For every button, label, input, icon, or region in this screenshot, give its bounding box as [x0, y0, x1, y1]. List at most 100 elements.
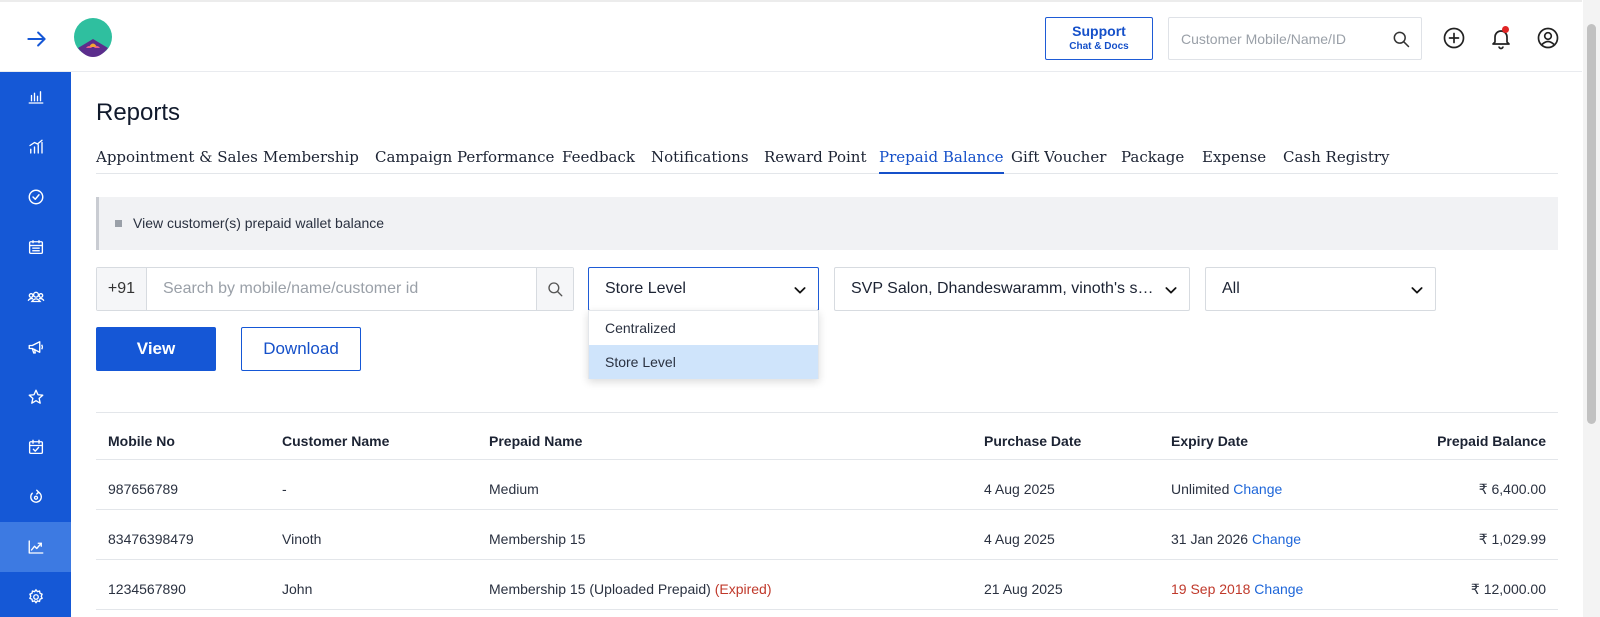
change-expiry-link[interactable]: Change	[1254, 581, 1303, 597]
page-scrollbar[interactable]	[1583, 0, 1600, 617]
option-centralized[interactable]: Centralized	[589, 311, 818, 345]
expiry-value: 19 Sep 2018	[1171, 581, 1251, 597]
cell-prepaid-name: Membership 15	[489, 531, 586, 547]
support-title: Support	[1072, 23, 1126, 39]
sidebar-item-tasks[interactable]	[0, 172, 71, 222]
tab-membership[interactable]: Membership	[263, 148, 359, 172]
sidebar-item-settings[interactable]	[0, 572, 71, 617]
reports-icon	[28, 540, 43, 554]
cell-expiry-date: 31 Jan 2026 Change	[1171, 531, 1301, 547]
refresh-icon	[29, 489, 42, 503]
tab-notifications[interactable]: Notifications	[651, 148, 749, 172]
cell-prepaid-balance: ₹ 12,000.00	[1470, 581, 1546, 597]
download-button[interactable]: Download	[241, 327, 361, 371]
cell-purchase-date: 4 Aug 2025	[984, 481, 1055, 497]
tab-gift-voucher[interactable]: Gift Voucher	[1011, 148, 1106, 172]
cell-prepaid-name: Medium	[489, 481, 539, 497]
sidebar-item-customers[interactable]	[0, 272, 71, 322]
customer-search-input[interactable]	[1169, 18, 1369, 59]
calendar-icon	[28, 240, 43, 255]
sidebar-item-analytics[interactable]	[0, 122, 71, 172]
tab-appointment-sales[interactable]: Appointment & Sales	[96, 148, 258, 172]
prepaid-name-text: Membership 15 (Uploaded Prepaid)	[489, 581, 711, 597]
level-select[interactable]: Store Level	[588, 267, 819, 311]
tab-cash-registry[interactable]: Cash Registry	[1283, 148, 1390, 172]
expired-tag: (Expired)	[714, 581, 772, 597]
status-select[interactable]: All	[1205, 267, 1436, 311]
customer-search-box	[1168, 17, 1422, 60]
customer-filter-input[interactable]	[149, 268, 529, 310]
row-divider	[96, 559, 1558, 560]
star-icon	[28, 389, 43, 404]
bar-chart-icon	[28, 91, 43, 104]
cell-purchase-date: 4 Aug 2025	[984, 531, 1055, 547]
chevron-down-icon	[1411, 287, 1423, 294]
cell-prepaid-balance: ₹ 1,029.99	[1478, 531, 1546, 547]
option-store-level[interactable]: Store Level	[589, 345, 818, 379]
sidebar-item-dashboard[interactable]	[0, 72, 71, 122]
expiry-value: Unlimited	[1171, 481, 1230, 497]
customer-search-group: +91	[96, 267, 574, 311]
analytics-icon	[28, 139, 43, 154]
tab-prepaid-balance[interactable]: Prepaid Balance	[879, 148, 1004, 174]
col-purchase-date: Purchase Date	[984, 433, 1082, 449]
customers-icon	[27, 291, 44, 303]
customer-filter-search-button[interactable]	[536, 268, 573, 310]
settings-icon	[28, 588, 43, 604]
tab-expense[interactable]: Expense	[1202, 148, 1266, 172]
add-circle-icon[interactable]	[1442, 26, 1466, 50]
brand-logo	[74, 18, 112, 57]
cell-prepaid-balance: ₹ 6,400.00	[1478, 481, 1546, 497]
cell-expiry-date: Unlimited Change	[1171, 481, 1282, 497]
col-mobile: Mobile No	[108, 433, 175, 449]
notification-bell-icon[interactable]	[1489, 26, 1513, 50]
sidebar-item-reports[interactable]	[0, 522, 71, 572]
col-customer-name: Customer Name	[282, 433, 390, 449]
tab-feedback[interactable]: Feedback	[562, 148, 635, 172]
row-divider	[96, 609, 1558, 610]
col-expiry-date: Expiry Date	[1171, 433, 1249, 449]
expand-sidebar-icon[interactable]	[24, 26, 50, 52]
sidebar-item-bookings[interactable]	[0, 422, 71, 472]
view-button[interactable]: View	[96, 327, 216, 371]
sidebar-item-loyalty[interactable]	[0, 472, 71, 522]
header-divider	[96, 459, 1558, 460]
tab-campaign-performance[interactable]: Campaign Performance	[375, 148, 554, 172]
col-prepaid-balance: Prepaid Balance	[1437, 433, 1546, 449]
change-expiry-link[interactable]: Change	[1252, 531, 1301, 547]
table-top-border	[96, 412, 1558, 413]
cell-mobile: 83476398479	[108, 531, 194, 547]
cell-customer-name: -	[282, 481, 287, 497]
calendar-check-icon	[28, 439, 43, 455]
search-icon	[548, 282, 563, 297]
support-button[interactable]: Support Chat & Docs	[1045, 17, 1153, 60]
expiry-value: 31 Jan 2026	[1171, 531, 1249, 547]
tab-reward-point[interactable]: Reward Point	[764, 148, 867, 172]
cell-mobile: 1234567890	[108, 581, 186, 597]
sidebar-item-reviews[interactable]	[0, 372, 71, 422]
cell-mobile: 987656789	[108, 481, 179, 497]
col-prepaid-name: Prepaid Name	[489, 433, 583, 449]
store-select-value: SVP Salon, Dhandeswaramm, vinoth's salo.…	[851, 280, 1156, 297]
status-select-value: All	[1222, 280, 1240, 297]
info-text: View customer(s) prepaid wallet balance	[133, 215, 385, 231]
check-circle-icon	[28, 189, 43, 205]
cell-prepaid-name: Membership 15 (Uploaded Prepaid) (Expire…	[489, 581, 771, 597]
app-root: Support Chat & Docs Customer Mobile/Name…	[0, 0, 1600, 617]
info-bullet	[115, 220, 122, 227]
sidebar-item-calendar[interactable]	[0, 222, 71, 272]
search-icon[interactable]	[1391, 29, 1411, 49]
cell-expiry-date: 19 Sep 2018 Change	[1171, 581, 1303, 597]
megaphone-icon	[28, 341, 43, 354]
page-title: Reports	[96, 99, 181, 126]
store-select[interactable]: SVP Salon, Dhandeswaramm, vinoth's salo.…	[834, 267, 1190, 311]
country-code[interactable]: +91	[97, 268, 147, 310]
change-expiry-link[interactable]: Change	[1233, 481, 1282, 497]
cell-customer-name: John	[282, 581, 313, 597]
main-content: Reports Appointment & Sales Membership C…	[71, 72, 1583, 617]
sidebar-item-campaigns[interactable]	[0, 322, 71, 372]
tab-package[interactable]: Package	[1121, 148, 1184, 172]
level-select-value: Store Level	[605, 280, 686, 297]
user-profile-icon[interactable]	[1536, 26, 1560, 50]
scrollbar-thumb[interactable]	[1587, 24, 1596, 424]
